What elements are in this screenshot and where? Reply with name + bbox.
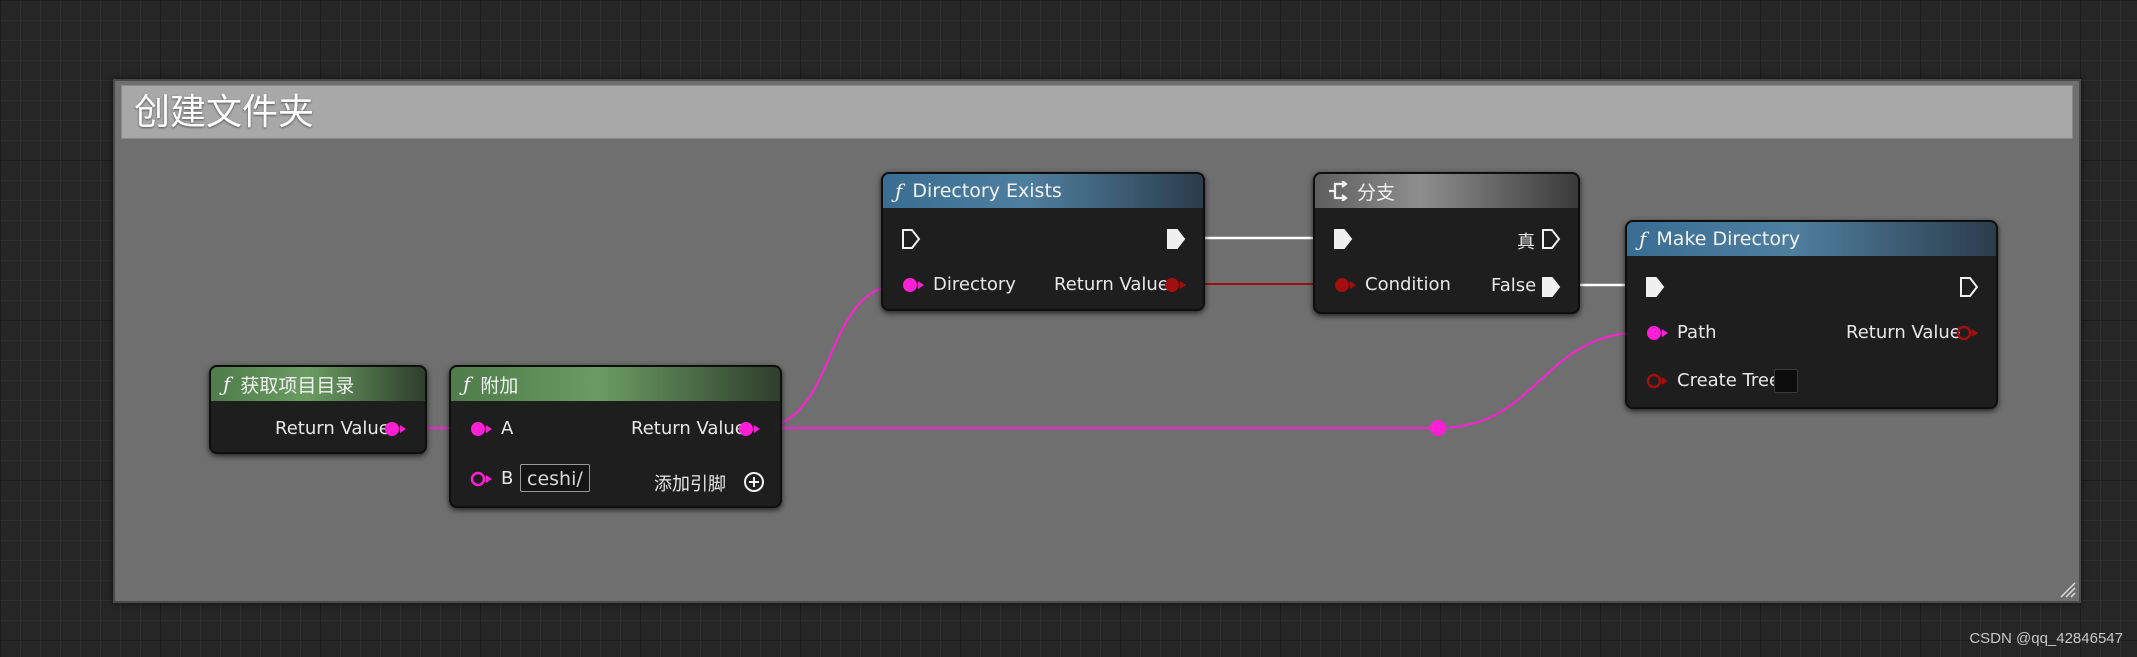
string-input-pin-icon[interactable] [901,276,927,294]
pin-a-label: A [501,418,514,439]
node-title: 分支 [1357,181,1396,204]
function-icon: ƒ [895,179,903,203]
node-title: 获取项目目录 [240,374,355,397]
directory-label: Directory [933,274,1016,295]
function-icon: ƒ [463,372,471,396]
branch-icon [1329,181,1348,201]
node-title: Directory Exists [912,180,1062,202]
node-header[interactable]: ƒ Make Directory [1627,222,1996,256]
string-output-pin-icon[interactable] [737,420,763,438]
bool-output-pin-icon[interactable] [1163,276,1189,294]
bool-output-pin-icon[interactable] [1955,324,1981,342]
node-header[interactable]: ƒ 附加 [451,367,780,401]
false-label: False [1491,275,1537,296]
bool-input-pin-icon[interactable] [1333,276,1359,294]
true-label: 真 [1517,232,1535,253]
add-pin-label[interactable]: 添加引脚 [654,470,726,496]
create-tree-checkbox[interactable] [1774,369,1798,393]
add-pin-icon[interactable] [743,471,765,493]
node-append[interactable]: ƒ 附加 A Return Value B ceshi/ 添加引脚 [449,365,782,508]
exec-input-pin-icon[interactable] [1333,228,1353,250]
exec-false-output-pin-icon[interactable] [1541,276,1561,298]
comment-title[interactable]: 创建文件夹 [121,85,2073,139]
node-title: 附加 [480,374,519,397]
condition-label: Condition [1365,274,1451,295]
node-header[interactable]: ƒ Directory Exists [883,174,1203,208]
string-input-pin-a-icon[interactable] [469,420,495,438]
resize-handle-icon[interactable] [2057,579,2077,599]
string-output-pin-icon[interactable] [383,420,409,438]
bool-input-pin-icon[interactable] [1645,372,1671,390]
function-icon: ƒ [1639,227,1647,251]
path-label: Path [1677,322,1717,343]
exec-output-pin-icon[interactable] [1166,228,1186,250]
string-input-pin-b-icon[interactable] [469,470,495,488]
return-value-label: Return Value [1054,274,1169,295]
exec-input-pin-icon[interactable] [901,228,921,250]
node-title: Make Directory [1656,228,1801,250]
node-branch[interactable]: 分支 真 Condition False [1313,172,1580,314]
exec-true-output-pin-icon[interactable] [1541,228,1561,250]
exec-input-pin-icon[interactable] [1645,276,1665,298]
node-directory-exists[interactable]: ƒ Directory Exists Directory Return Valu… [881,172,1205,311]
string-input-pin-icon[interactable] [1645,324,1671,342]
node-header[interactable]: 分支 [1315,174,1578,208]
create-tree-label: Create Tree [1677,370,1781,391]
pin-b-label: B [501,468,514,489]
function-icon: ƒ [223,372,231,396]
node-make-directory[interactable]: ƒ Make Directory Path Return Value Creat… [1625,220,1998,409]
return-value-label: Return Value [631,418,746,439]
node-get-project-directory[interactable]: ƒ 获取项目目录 Return Value [209,365,427,454]
pin-b-value-input[interactable]: ceshi/ [520,464,590,492]
exec-output-pin-icon[interactable] [1959,276,1979,298]
return-value-label: Return Value [275,418,390,439]
watermark: CSDN @qq_42846547 [1969,630,2123,647]
node-header[interactable]: ƒ 获取项目目录 [211,367,425,401]
return-value-label: Return Value [1846,322,1961,343]
